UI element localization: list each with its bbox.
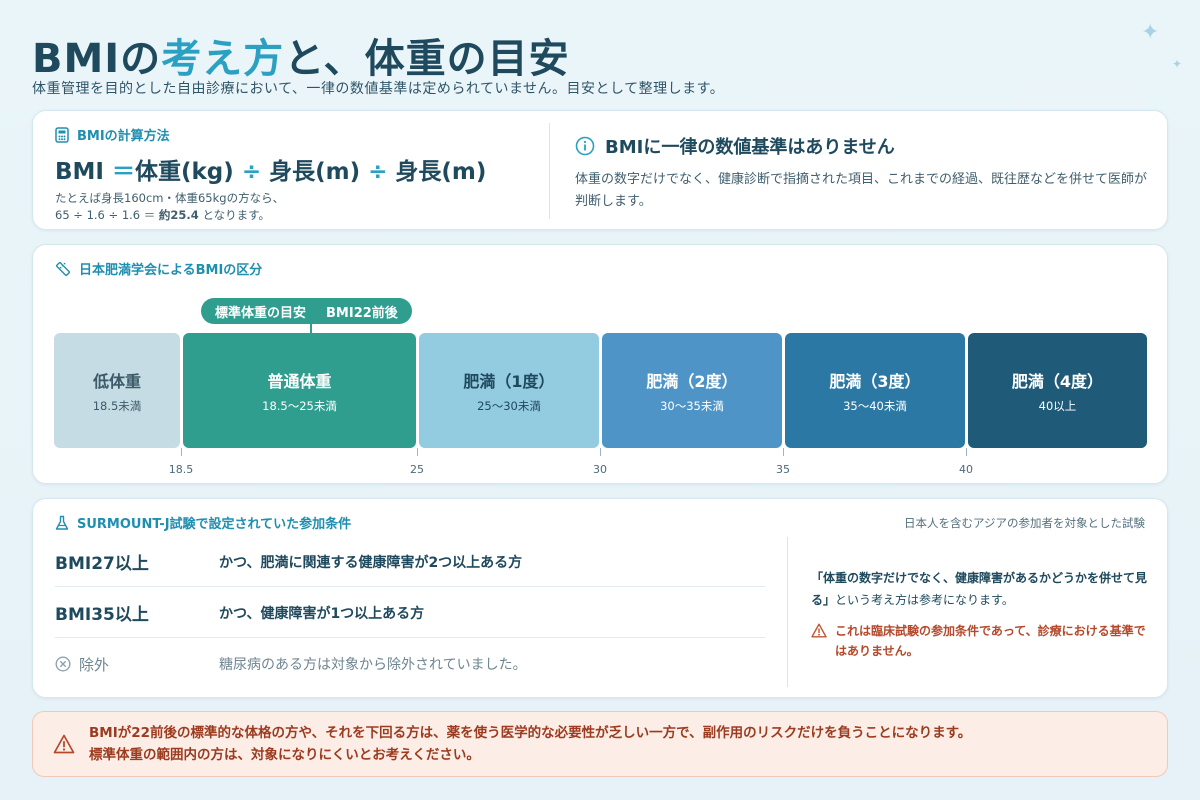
warning-icon xyxy=(53,734,75,754)
trial-row-value: 糖尿病のある方は対象から除外されていました。 xyxy=(219,657,527,673)
formula-weight: 体重(kg) xyxy=(135,159,234,185)
classification-card: 日本肥満学会によるBMIの区分 標準体重の目安 BMI22前後 低体重 18.5… xyxy=(32,244,1168,484)
band-name: 低体重 xyxy=(92,371,141,391)
divider xyxy=(549,123,550,219)
band-name: 肥満（3度） xyxy=(829,371,921,391)
calc-example-line2: 65 ÷ 1.6 ÷ 1.6 ＝ 約25.4 となります。 xyxy=(55,207,555,224)
trial-row: BMI35以上 かつ、健康障害が1つ以上ある方 xyxy=(55,588,765,638)
calc-heading-text: BMIの計算方法 xyxy=(77,129,170,144)
trial-row-value: かつ、肥満に関連する健康障害が2つ以上ある方 xyxy=(219,554,523,571)
trial-commentary: 「体重の数字だけでなく、健康障害があるかどうかを併せて見る」という考え方は参考に… xyxy=(811,567,1151,661)
formula-divide: ÷ xyxy=(368,159,388,185)
flask-icon xyxy=(55,515,69,531)
trial-quote: 「体重の数字だけでなく、健康障害があるかどうかを併せて見る」という考え方は参考に… xyxy=(811,567,1151,611)
ideal-weight-pointer xyxy=(310,324,312,333)
axis-tick xyxy=(783,448,784,456)
title-main: BMIの xyxy=(32,36,162,82)
classification-heading: 日本肥満学会によるBMIの区分 xyxy=(55,259,262,278)
trial-row-key: BMI27以上 xyxy=(55,554,149,574)
trial-note: 日本人を含むアジアの参加者を対象とした試験 xyxy=(903,516,1145,530)
trial-card: SURMOUNT-J試験で設定されていた参加条件 日本人を含むアジアの参加者を対… xyxy=(32,498,1168,698)
band-name: 普通体重 xyxy=(267,371,332,391)
calc-left: BMIの計算方法 BMI ＝体重(kg) ÷ 身長(m) ÷ 身長(m) たとえ… xyxy=(55,125,555,224)
formula-divide: ÷ xyxy=(241,159,262,185)
trial-heading: SURMOUNT-J試験で設定されていた参加条件 xyxy=(55,513,351,532)
formula-height: 身長(m) xyxy=(395,159,487,185)
band-range: 35〜40未満 xyxy=(843,398,907,413)
band-obese-1: 肥満（1度） 25〜30未満 xyxy=(419,333,599,448)
axis-tick-label: 40 xyxy=(959,463,973,476)
axis-tick xyxy=(181,448,182,456)
info-icon xyxy=(575,136,595,156)
no-standard-desc: 体重の数字だけでなく、健康診断で指摘された項目、これまでの経過、既往歴などを併せ… xyxy=(575,172,1148,209)
trial-quote-rest: という考え方は参考になります。 xyxy=(835,593,1014,607)
axis-tick-label: 25 xyxy=(410,463,424,476)
axis-tick-label: 35 xyxy=(776,463,790,476)
trial-warning-text: これは臨床試験の参加条件であって、診療における基準ではありません。 xyxy=(835,624,1146,658)
trial-row: BMI27以上 かつ、肥満に関連する健康障害が2つ以上ある方 xyxy=(55,537,765,587)
trial-row: 除外 糖尿病のある方は対象から除外されていました。 xyxy=(55,639,765,689)
ideal-weight-text: 標準体重の目安 xyxy=(215,305,307,321)
formula-equals: ＝ xyxy=(112,159,135,185)
band-range: 18.5〜25未満 xyxy=(262,398,337,413)
trial-warning: これは臨床試験の参加条件であって、診療における基準ではありません。 xyxy=(811,621,1151,661)
trial-row-key-text: 除外 xyxy=(79,655,110,674)
axis-tick xyxy=(600,448,601,456)
trial-heading-text: SURMOUNT-J試験で設定されていた参加条件 xyxy=(77,517,352,532)
calc-example-result: 約25.4 xyxy=(158,208,199,222)
band-range: 30〜35未満 xyxy=(660,398,724,413)
title-accent: 考え方 xyxy=(161,36,285,82)
band-obese-4: 肥満（4度） 40以上 xyxy=(968,333,1147,448)
bottom-warning-line1: BMIが22前後の標準的な体格の方や、それを下回る方は、薬を使う医学的な必要性が… xyxy=(89,725,972,741)
calc-example-expr: 65 ÷ 1.6 ÷ 1.6 ＝ xyxy=(55,208,159,222)
band-obese-3: 肥満（3度） 35〜40未満 xyxy=(785,333,965,448)
trial-row-value: かつ、健康障害が1つ以上ある方 xyxy=(219,605,425,622)
sparkle-icon: ✦ xyxy=(1172,57,1183,71)
band-name: 肥満（1度） xyxy=(463,371,555,391)
band-name: 肥満（4度） xyxy=(1011,371,1104,391)
page-subtitle: 体重管理を目的とした自由診療において、一律の数値基準は定められていません。目安と… xyxy=(32,81,725,97)
band-obese-2: 肥満（2度） 30〜35未満 xyxy=(602,333,782,448)
axis-tick-label: 18.5 xyxy=(168,463,194,476)
no-standard-heading-text: BMIに一律の数値基準はありません xyxy=(605,137,895,158)
axis-tick xyxy=(966,448,967,456)
divider xyxy=(787,537,788,687)
calculator-icon xyxy=(55,126,69,143)
classification-heading-text: 日本肥満学会によるBMIの区分 xyxy=(79,263,263,278)
band-range: 25〜30未満 xyxy=(477,398,541,413)
bmi-formula: BMI ＝体重(kg) ÷ 身長(m) ÷ 身長(m) xyxy=(55,152,555,186)
formula-height: 身長(m) xyxy=(269,159,361,185)
trial-row-key: BMI35以上 xyxy=(55,605,149,625)
sparkle-icon: ✦ xyxy=(1141,20,1160,45)
axis-tick-label: 30 xyxy=(593,463,607,476)
exclude-icon xyxy=(55,656,71,672)
bottom-warning-text: BMIが22前後の標準的な体格の方や、それを下回る方は、薬を使う医学的な必要性が… xyxy=(89,722,971,766)
calc-example: たとえば身長160cm・体重65kgの方なら、 65 ÷ 1.6 ÷ 1.6 ＝… xyxy=(55,190,555,224)
no-standard-heading: BMIに一律の数値基準はありません xyxy=(575,133,1155,159)
axis-tick xyxy=(417,448,418,456)
band-normal: 普通体重 18.5〜25未満 xyxy=(183,333,416,448)
band-underweight: 低体重 18.5未満 xyxy=(54,333,180,448)
band-range: 40以上 xyxy=(1038,398,1077,413)
calc-right: BMIに一律の数値基準はありません 体重の数字だけでなく、健康診断で指摘された項… xyxy=(575,133,1155,213)
calc-example-tail: となります。 xyxy=(198,208,270,222)
ideal-weight-label: 標準体重の目安 BMI22前後 xyxy=(201,298,412,324)
warning-icon xyxy=(811,621,827,661)
ruler-icon xyxy=(55,261,71,277)
bottom-warning: BMIが22前後の標準的な体格の方や、それを下回る方は、薬を使う医学的な必要性が… xyxy=(32,711,1168,777)
page-title: BMIの考え方と、体重の目安 xyxy=(32,26,570,84)
band-range: 18.5未満 xyxy=(92,398,142,413)
formula-bmi: BMI xyxy=(55,159,104,185)
title-rest: と、体重の目安 xyxy=(284,36,570,82)
calc-card: BMIの計算方法 BMI ＝体重(kg) ÷ 身長(m) ÷ 身長(m) たとえ… xyxy=(32,110,1168,230)
ideal-weight-value: BMI22前後 xyxy=(326,305,398,321)
trial-row-key: 除外 xyxy=(55,654,219,675)
calc-example-line1: たとえば身長160cm・体重65kgの方なら、 xyxy=(55,191,285,205)
band-name: 肥満（2度） xyxy=(646,371,738,391)
calc-heading: BMIの計算方法 xyxy=(55,125,555,144)
bottom-warning-line2: 標準体重の範囲内の方は、対象になりにくいとお考えください。 xyxy=(89,747,480,763)
